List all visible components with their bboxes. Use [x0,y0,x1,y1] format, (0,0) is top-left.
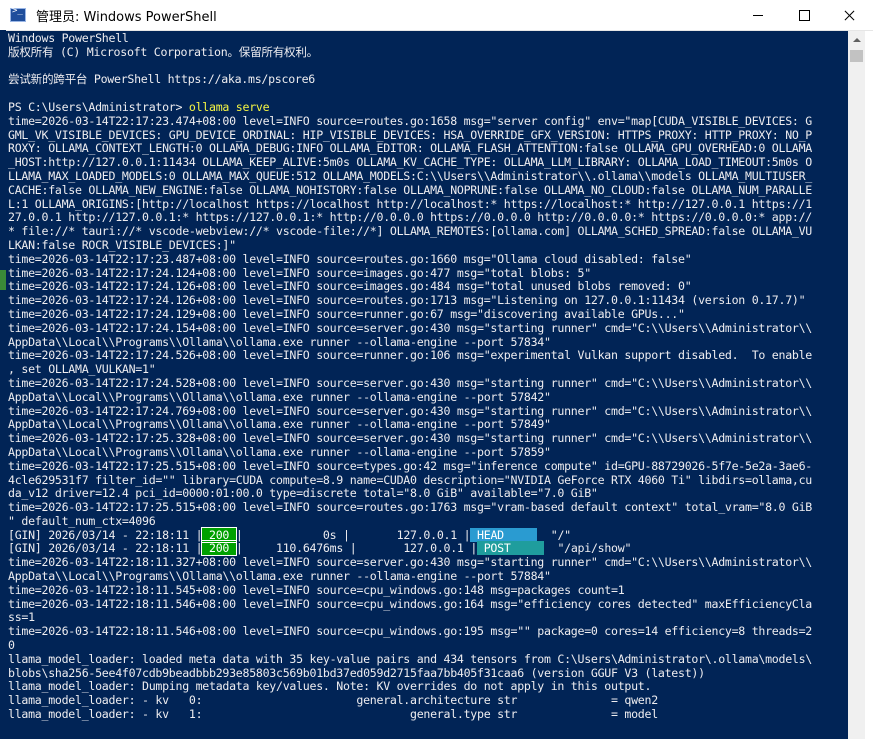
console-line: [GIN] 2026/03/14 - 22:18:11 | 200 | 110.… [8,540,848,557]
console-line: time=2026-03-14T22:17:24.129+08:00 level… [8,306,685,321]
console-line: da_v12 driver=12.4 pci_id=0000:01:00.0 t… [8,486,598,501]
console-line: " default_num_ctx=4096 [8,513,156,528]
background-peek [0,270,6,290]
status-badge: 200 [201,540,237,557]
console-line: AppData\\Local\\Programs\\Ollama\\ollama… [8,444,551,459]
status-badge: 200 [201,526,237,543]
console-line: llama_model_loader: loaded meta data wit… [8,651,813,666]
scroll-up-icon[interactable] [848,31,865,48]
prompt-text: PS C:\Users\Administrator> [8,99,189,114]
close-icon[interactable] [827,0,873,30]
console-line: time=2026-03-14T22:17:24.126+08:00 level… [8,293,806,308]
console-line: AppData\\Local\\Programs\\Ollama\\ollama… [8,334,551,349]
gin-prefix: [GIN] 2026/03/14 - 22:18:11 | [8,541,203,556]
gin-latency-ip: | 0s | 127.0.0.1 | [235,527,471,542]
console-line: time=2026-03-14T22:17:25.515+08:00 level… [8,500,813,515]
console-line: L:1 OLLAMA_ORIGINS:[http://localhost htt… [8,196,813,211]
console-line: 版权所有 (C) Microsoft Corporation。保留所有权利。 [8,44,318,59]
console-line: LLAMA_MAX_LOADED_MODELS:0 OLLAMA_MAX_QUE… [8,168,813,183]
console-line: ROXY: OLLAMA_CONTEXT_LENGTH:0 OLLAMA_DEB… [8,141,813,156]
console-line: time=2026-03-14T22:17:23.487+08:00 level… [8,251,692,266]
console-line: blobs\sha256-5ee4f07cdb9beadbbb293e85803… [8,665,705,680]
console-line: time=2026-03-14T22:17:25.515+08:00 level… [8,458,813,473]
console-line: time=2026-03-14T22:18:11.546+08:00 level… [8,596,813,611]
console-line: PS C:\Users\Administrator> ollama serve [8,99,848,115]
console-line: AppData\\Local\\Programs\\Ollama\\ollama… [8,569,551,584]
console-line: time=2026-03-14T22:17:24.154+08:00 level… [8,320,813,335]
method-badge: HEAD [470,527,538,542]
command-text: ollama serve [188,99,270,114]
console-line: time=2026-03-14T22:17:23.474+08:00 level… [8,113,813,128]
console-line: _HOST:http://127.0.0.1:11434 OLLAMA_KEEP… [8,155,813,170]
gin-prefix: [GIN] 2026/03/14 - 22:18:11 | [8,527,203,542]
console-line: 4cle629531f7 filter_id="" library=CUDA c… [8,472,813,487]
console-line: time=2026-03-14T22:18:11.545+08:00 level… [8,582,625,597]
gin-latency-ip: | 110.6476ms | 127.0.0.1 | [235,541,478,556]
gin-path: "/" [537,527,571,542]
console-line: GML_VK_VISIBLE_DEVICES: GPU_DEVICE_ORDIN… [8,127,813,142]
console-line: * file://* tauri://* vscode-webview://* … [8,224,813,239]
window-controls [735,0,873,30]
method-badge: POST [477,541,545,556]
console-line: CACHE:false OLLAMA_NEW_ENGINE:false OLLA… [8,182,813,197]
console-line: llama_model_loader: - kv 0: general.arch… [8,693,658,708]
console-line: ss=1 [8,610,35,625]
console-line: 尝试新的跨平台 PowerShell https://aka.ms/pscore… [8,72,315,87]
console-line: time=2026-03-14T22:17:24.124+08:00 level… [8,265,591,280]
minimize-icon[interactable] [735,0,781,30]
console-line: time=2026-03-14T22:17:24.526+08:00 level… [8,348,813,363]
console-line: time=2026-03-14T22:17:25.328+08:00 level… [8,431,813,446]
maximize-icon[interactable] [781,0,827,30]
console-line: AppData\\Local\\Programs\\Ollama\\ollama… [8,417,551,432]
console-line: llama_model_loader: Dumping metadata key… [8,679,652,694]
right-border [865,31,873,739]
vertical-scrollbar[interactable] [848,31,865,739]
console-line: time=2026-03-14T22:17:24.528+08:00 level… [8,375,813,390]
console-line: LKAN:false ROCR_VISIBLE_DEVICES:]" [8,237,236,252]
window-title: 管理员: Windows PowerShell [36,9,217,25]
left-border [0,30,6,739]
powershell-window: 管理员: Windows PowerShell Windows PowerShe… [0,0,873,739]
console-line: time=2026-03-14T22:18:11.327+08:00 level… [8,555,813,570]
scroll-thumb[interactable] [850,50,863,62]
console-line: Windows PowerShell [8,32,129,45]
console-line: , set OLLAMA_VULKAN=1" [8,362,156,377]
console-line: 27.0.0.1 http://127.0.0.1:* https://127.… [8,210,813,225]
console-line: time=2026-03-14T22:18:11.546+08:00 level… [8,624,813,639]
gin-path: "/api/show" [544,541,632,556]
console-line: 0 [8,638,15,653]
console-line: AppData\\Local\\Programs\\Ollama\\ollama… [8,389,551,404]
console-line: llama_model_loader: - kv 1: general.type… [8,707,658,722]
title-bar[interactable]: 管理员: Windows PowerShell [0,0,873,31]
console-output[interactable]: Windows PowerShell 版权所有 (C) Microsoft Cor… [8,32,848,739]
powershell-icon [10,6,26,22]
console-line: time=2026-03-14T22:17:24.126+08:00 level… [8,279,692,294]
console-line: time=2026-03-14T22:17:24.769+08:00 level… [8,403,813,418]
